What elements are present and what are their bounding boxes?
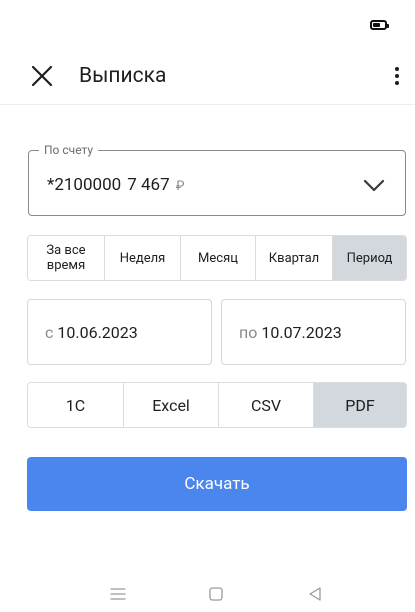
account-number: *2100000: [47, 175, 122, 195]
close-icon: [31, 65, 53, 87]
period-option-label: За все время: [46, 243, 86, 273]
date-to-value: 10.07.2023: [261, 322, 342, 342]
period-option-custom[interactable]: Период: [332, 236, 406, 280]
format-option-label: CSV: [250, 395, 282, 415]
date-from-value: 10.06.2023: [57, 322, 138, 342]
format-option-pdf[interactable]: PDF: [313, 383, 406, 427]
more-dot: [395, 74, 399, 78]
more-button[interactable]: [389, 60, 405, 92]
period-option-label: Квартал: [268, 250, 320, 266]
format-option-1c[interactable]: 1С: [28, 383, 123, 427]
page-title: Выписка: [79, 64, 167, 88]
date-to-prefix: по: [239, 322, 258, 342]
format-option-label: 1С: [65, 395, 86, 415]
home-square-icon[interactable]: [206, 584, 226, 604]
system-nav-bar: [0, 580, 415, 612]
period-selector: За все время Неделя Месяц Квартал Период: [27, 235, 407, 281]
close-button[interactable]: [28, 62, 56, 90]
account-currency: ₽: [175, 179, 185, 194]
period-option-label: Неделя: [119, 250, 166, 266]
account-select[interactable]: По счету *2100000 7 467 ₽: [28, 142, 406, 216]
back-triangle-icon[interactable]: [305, 584, 325, 604]
date-from-prefix: с: [45, 322, 54, 342]
menu-icon[interactable]: [108, 584, 128, 604]
format-option-excel[interactable]: Excel: [123, 383, 218, 427]
chevron-down-icon: [363, 179, 385, 192]
more-vertical-icon: [395, 67, 399, 71]
battery-icon: [370, 20, 389, 30]
period-option-quarter[interactable]: Квартал: [255, 236, 332, 280]
download-button[interactable]: Скачать: [27, 457, 407, 511]
account-value: *2100000 7 467 ₽: [47, 174, 185, 198]
period-option-all-time[interactable]: За все время: [28, 236, 104, 280]
battery-level: [373, 23, 380, 27]
format-option-label: PDF: [345, 395, 375, 415]
more-dot: [395, 81, 399, 85]
app-bar: Выписка: [0, 50, 415, 104]
period-option-week[interactable]: Неделя: [104, 236, 180, 280]
download-button-label: Скачать: [184, 474, 250, 494]
app-bar-divider: [0, 104, 415, 105]
account-legend: По счету: [39, 142, 99, 158]
format-option-csv[interactable]: CSV: [218, 383, 313, 427]
format-option-label: Excel: [152, 395, 190, 415]
date-from-field[interactable]: с 10.06.2023: [27, 299, 212, 365]
period-option-label: Месяц: [198, 250, 238, 266]
period-option-label: Период: [346, 250, 393, 266]
format-selector: 1С Excel CSV PDF: [27, 382, 407, 428]
period-option-month[interactable]: Месяц: [180, 236, 255, 280]
account-balance: 7 467: [127, 175, 170, 195]
statement-screen: Выписка По счету *2100000 7 467 ₽ За все …: [0, 0, 415, 612]
date-to-field[interactable]: по 10.07.2023: [221, 299, 406, 365]
status-bar: [0, 0, 415, 36]
